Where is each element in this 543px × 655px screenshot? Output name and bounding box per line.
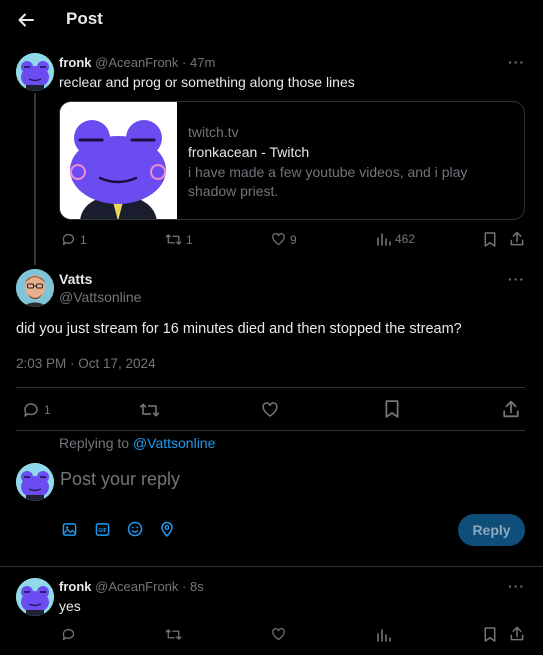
replying-to: Replying to @Vattsonline	[59, 435, 215, 451]
repost-icon[interactable]	[139, 401, 160, 419]
thread-line	[34, 93, 36, 265]
reply-icon	[61, 232, 76, 247]
repost-icon	[165, 232, 182, 247]
handle[interactable]: @AceanFronk	[95, 579, 178, 594]
more-options-icon[interactable]: ···	[508, 578, 525, 594]
like-action[interactable]: 9	[271, 232, 297, 247]
reply-input[interactable]: Post your reply	[60, 469, 500, 490]
views-chart-icon	[377, 232, 391, 246]
bookmark-icon[interactable]	[483, 627, 497, 642]
replying-handle-link[interactable]: @Vattsonline	[133, 435, 215, 451]
like-count: 9	[290, 232, 297, 247]
display-name[interactable]: Vatts	[59, 271, 92, 287]
repost-icon[interactable]	[165, 627, 182, 642]
tweet-header: fronk @AceanFronk · 8s	[59, 579, 204, 594]
post-timestamp[interactable]: 2:03 PM · Oct 17, 2024	[16, 356, 156, 371]
reply-button[interactable]: Reply	[458, 514, 525, 546]
repost-action[interactable]: 1	[165, 232, 193, 247]
timestamp[interactable]: · 8s	[182, 579, 204, 594]
divider	[16, 387, 525, 388]
more-options-icon[interactable]: ···	[508, 54, 525, 70]
bookmark-icon[interactable]	[483, 232, 497, 247]
avatar[interactable]	[16, 463, 54, 501]
tweet-text: yes	[59, 598, 81, 614]
handle[interactable]: @Vattsonline	[59, 289, 141, 305]
handle[interactable]: @AceanFronk	[95, 55, 178, 70]
views-count: 462	[395, 232, 416, 246]
repost-count: 1	[186, 232, 193, 247]
card-title: fronkacean - Twitch	[188, 144, 310, 160]
heart-icon[interactable]	[261, 401, 279, 419]
gif-icon[interactable]: GIF	[95, 522, 110, 537]
tweet-header: fronk @AceanFronk · 47m	[59, 55, 215, 70]
reply-icon[interactable]	[61, 627, 76, 642]
views-chart-icon[interactable]	[377, 628, 391, 642]
bookmark-icon[interactable]	[384, 400, 400, 418]
reply-action[interactable]: 1	[22, 401, 51, 419]
avatar[interactable]	[16, 269, 54, 307]
image-icon[interactable]	[62, 522, 77, 537]
reply-icon	[22, 401, 40, 419]
card-thumbnail	[60, 102, 177, 219]
avatar[interactable]	[16, 53, 54, 91]
divider	[16, 430, 525, 431]
display-name[interactable]: fronk	[59, 579, 92, 594]
share-icon[interactable]	[510, 626, 524, 641]
svg-text:GIF: GIF	[98, 528, 107, 534]
back-arrow-icon[interactable]	[16, 10, 36, 30]
heart-icon[interactable]	[271, 627, 286, 642]
avatar[interactable]	[16, 578, 54, 616]
page-title: Post	[66, 9, 103, 28]
display-name[interactable]: fronk	[59, 55, 92, 70]
replying-prefix: Replying to	[59, 435, 130, 451]
views-action[interactable]: 462	[377, 232, 415, 246]
share-icon[interactable]	[510, 231, 524, 246]
more-options-icon[interactable]: ···	[508, 271, 525, 287]
divider	[0, 566, 543, 567]
post-text: did you just stream for 16 minutes died …	[16, 321, 462, 337]
reply-count: 1	[44, 403, 51, 417]
link-card[interactable]: twitch.tv fronkacean - Twitch i have mad…	[59, 101, 525, 220]
card-domain: twitch.tv	[188, 124, 239, 140]
tweet-text: reclear and prog or something along thos…	[59, 74, 355, 90]
timestamp[interactable]: · 47m	[182, 55, 215, 70]
location-pin-icon[interactable]	[160, 521, 174, 537]
share-icon[interactable]	[503, 400, 519, 418]
heart-icon	[271, 232, 286, 247]
emoji-icon[interactable]	[127, 521, 143, 537]
reply-action[interactable]: 1	[61, 232, 87, 247]
card-description: i have made a few youtube videos, and i …	[188, 164, 468, 199]
reply-count: 1	[80, 232, 87, 247]
